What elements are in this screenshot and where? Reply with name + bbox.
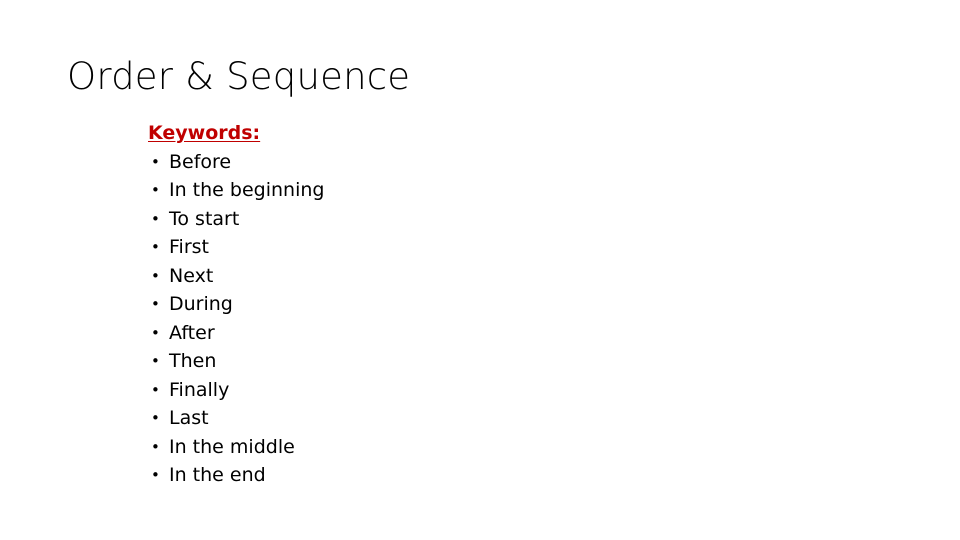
list-item-label: Last: [169, 407, 209, 429]
list-item: • To start: [148, 205, 768, 234]
list-item: • During: [148, 290, 768, 319]
list-item: • After: [148, 319, 768, 348]
list-item-label: During: [169, 293, 233, 315]
slide-canvas: Order & Sequence Keywords: • Before • In…: [0, 0, 960, 540]
list-item-label: Finally: [169, 378, 230, 401]
list-item-label: To start: [169, 207, 240, 230]
keywords-heading-row: Keywords:: [148, 119, 768, 148]
list-item: • Last: [148, 404, 768, 433]
list-item: • In the end: [148, 461, 768, 490]
list-item: • In the beginning: [148, 176, 768, 205]
list-item-label: First: [169, 236, 209, 258]
bullet-icon: •: [151, 181, 160, 199]
bullet-icon: •: [151, 437, 160, 456]
bullet-icon: •: [151, 152, 160, 171]
keyword-list: • Before • In the beginning • To start •…: [148, 148, 768, 490]
bullet-icon: •: [151, 409, 160, 427]
list-item-label: Next: [169, 264, 214, 287]
bullet-icon: •: [151, 323, 160, 342]
content-placeholder: Keywords: • Before • In the beginning • …: [148, 119, 768, 490]
bullet-icon: •: [151, 466, 160, 484]
list-item-label: Before: [169, 150, 232, 173]
bullet-icon: •: [151, 352, 160, 370]
list-item-label: Then: [169, 350, 217, 372]
list-item-label: In the end: [169, 464, 266, 486]
list-item-label: After: [169, 321, 215, 344]
list-item: • Before: [148, 148, 768, 177]
list-item: • First: [148, 233, 768, 262]
bullet-icon: •: [151, 380, 160, 399]
page-title: Order & Sequence: [67, 55, 411, 98]
list-item: • Next: [148, 262, 768, 291]
list-item: • Then: [148, 347, 768, 376]
list-item: • In the middle: [148, 433, 768, 462]
bullet-icon: •: [151, 295, 160, 313]
list-item: • Finally: [148, 376, 768, 405]
keywords-heading: Keywords:: [148, 122, 261, 144]
bullet-icon: •: [151, 238, 160, 256]
list-item-label: In the middle: [169, 435, 295, 458]
bullet-icon: •: [151, 266, 160, 285]
list-item-label: In the beginning: [169, 179, 325, 201]
bullet-icon: •: [151, 209, 160, 228]
